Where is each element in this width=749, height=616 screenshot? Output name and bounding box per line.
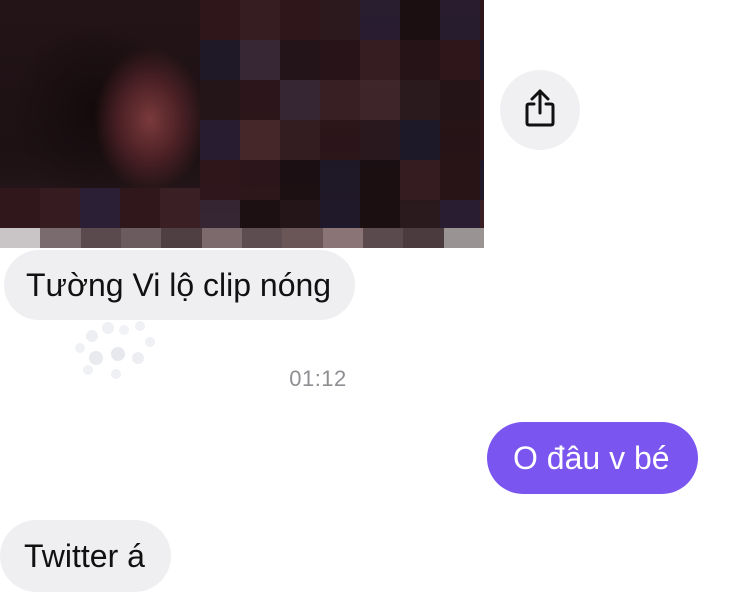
pixel-block (200, 40, 240, 80)
strip-block (443, 228, 484, 248)
pixel-block (440, 160, 480, 200)
pixel-block (280, 40, 320, 80)
outgoing-message-bubble[interactable]: O đâu v bé (487, 422, 698, 494)
strip-block (241, 228, 283, 248)
media-bottom-strip (0, 228, 484, 248)
pixel-block (200, 80, 240, 120)
pixel-block (120, 188, 160, 228)
pixel-block (400, 80, 440, 120)
pixel-block (480, 120, 484, 160)
pixel-block (240, 80, 280, 120)
strip-block (120, 228, 162, 248)
pixel-block (80, 188, 120, 228)
pixel-block (240, 0, 280, 40)
pixel-block (320, 0, 360, 40)
strip-block (161, 228, 202, 248)
share-button[interactable] (500, 70, 580, 150)
pixel-block (240, 40, 280, 80)
strip-block (201, 228, 242, 248)
pixel-block (160, 188, 200, 228)
message-timestamp: 01:12 (289, 366, 347, 391)
strip-block (80, 228, 121, 248)
strip-block (0, 228, 41, 248)
incoming-message-bubble[interactable]: Twitter á (0, 520, 171, 592)
pixel-block (400, 160, 440, 200)
message-text: Tường Vi lộ clip nóng (26, 267, 332, 303)
pixel-block (360, 40, 400, 80)
pixel-block (480, 0, 484, 40)
pixel-block (440, 120, 480, 160)
pixel-block (200, 0, 240, 40)
pixel-block (400, 0, 440, 40)
message-text: Twitter á (24, 538, 145, 574)
pixel-block (280, 80, 320, 120)
media-thumbnail[interactable] (0, 0, 484, 248)
pixel-block (320, 40, 360, 80)
pixel-block (360, 120, 400, 160)
pixel-block (280, 160, 320, 200)
pixel-block (480, 40, 484, 80)
pixel-block (200, 160, 240, 200)
pixel-block (240, 160, 280, 200)
pixel-block (0, 188, 40, 228)
strip-block (403, 228, 444, 248)
chat-conversation: Tường Vi lộ clip nóng 01:12 O đâu v bé T… (0, 0, 749, 616)
pixel-block (280, 0, 320, 40)
pixel-block (280, 120, 320, 160)
pixel-block (320, 80, 360, 120)
strip-block (362, 228, 404, 248)
pixel-block (360, 80, 400, 120)
pixel-block (440, 80, 480, 120)
strip-block (40, 228, 81, 248)
pixel-block (320, 120, 360, 160)
pixel-block (40, 188, 80, 228)
pixel-block (240, 120, 280, 160)
message-text: O đâu v bé (513, 440, 670, 476)
pixel-block (360, 160, 400, 200)
incoming-message-bubble[interactable]: Tường Vi lộ clip nóng (4, 250, 356, 320)
pixel-block (480, 80, 484, 120)
pixel-block (400, 40, 440, 80)
pixel-block (360, 0, 400, 40)
strip-block (282, 228, 323, 248)
pixel-block (440, 40, 480, 80)
pixel-block (200, 120, 240, 160)
pixel-block (400, 120, 440, 160)
share-icon (523, 88, 557, 133)
strip-block (322, 228, 363, 248)
pixel-block (440, 0, 480, 40)
pixel-block (480, 160, 484, 200)
pixel-block (320, 160, 360, 200)
